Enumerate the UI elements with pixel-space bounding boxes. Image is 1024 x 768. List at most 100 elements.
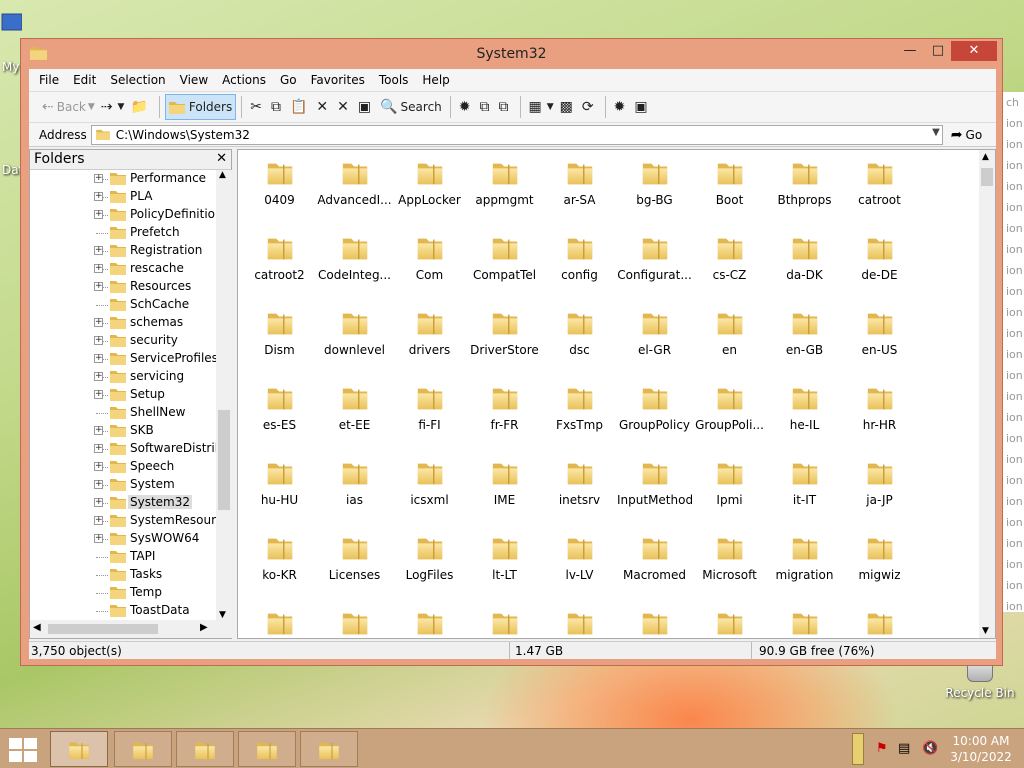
folder-item[interactable]: fi-FI [392, 377, 467, 452]
folder-item[interactable] [542, 602, 617, 638]
folder-item[interactable]: hu-HU [242, 452, 317, 527]
action-center-flag-icon[interactable]: ⚑ [876, 741, 888, 756]
tree-item[interactable]: + SystemResources [30, 512, 216, 530]
folder-item[interactable]: en-US [842, 302, 917, 377]
clock[interactable]: 10:00 AM 3/10/2022 [946, 733, 1016, 765]
copy-to-button[interactable]: ⧉ [477, 94, 496, 120]
close-button[interactable]: ✕ [951, 41, 997, 61]
menu-view[interactable]: View [180, 73, 208, 87]
paste-button[interactable]: 📋 [287, 94, 313, 120]
folder-item[interactable]: lv-LV [542, 527, 617, 602]
folder-item[interactable]: DriverStore [467, 302, 542, 377]
network-icon[interactable]: ▤ [898, 741, 910, 756]
folder-item[interactable]: Ipmi [692, 452, 767, 527]
command-prompt-button[interactable]: ▩ [557, 94, 579, 120]
folder-item[interactable]: ias [317, 452, 392, 527]
folder-item[interactable]: el-GR [617, 302, 692, 377]
menu-edit[interactable]: Edit [73, 73, 96, 87]
delete-button[interactable]: ✕ [313, 94, 334, 120]
folder-item[interactable]: Com [392, 227, 467, 302]
scrollbar-thumb[interactable] [48, 624, 158, 634]
cut-button[interactable]: ✂ [247, 94, 268, 120]
address-input[interactable]: C:\Windows\System32 ▼ [90, 124, 943, 145]
folder-item[interactable] [317, 602, 392, 638]
title-bar[interactable]: System32 — □ ✕ [21, 39, 1002, 69]
taskbar-explorer-button[interactable] [176, 731, 234, 767]
add-favorite-button[interactable]: ✹ [611, 94, 632, 120]
taskbar-explorer-button[interactable] [50, 731, 108, 767]
folder-item[interactable] [692, 602, 767, 638]
scroll-down-icon[interactable]: ▼ [219, 610, 226, 620]
desktop-computer-icon[interactable] [0, 10, 23, 41]
folder-item[interactable]: ar-SA [542, 152, 617, 227]
tree-item[interactable]: + System32 [30, 494, 216, 512]
folder-item[interactable]: ko-KR [242, 527, 317, 602]
expand-plus-icon[interactable]: + [94, 192, 103, 201]
folder-item[interactable]: da-DK [767, 227, 842, 302]
tree-item[interactable]: TAPI [30, 548, 216, 566]
expand-plus-icon[interactable]: + [94, 282, 103, 291]
organize-button[interactable]: ▣ [631, 94, 653, 120]
expand-plus-icon[interactable]: + [94, 516, 103, 525]
view-mode-button[interactable]: ▦ ▼ [526, 94, 557, 120]
tree-item[interactable]: + SKB [30, 422, 216, 440]
folder-item[interactable]: AppLocker [392, 152, 467, 227]
tree-item[interactable]: + SysWOW64 [30, 530, 216, 548]
folder-item[interactable]: AdvancedI... [317, 152, 392, 227]
files-vertical-scrollbar[interactable]: ▲ ▼ [979, 150, 995, 638]
scroll-right-icon[interactable]: ▶ [200, 622, 208, 633]
folder-item[interactable]: catroot [842, 152, 917, 227]
tree-item[interactable]: + SoftwareDistribution [30, 440, 216, 458]
properties-button[interactable]: ▣ [355, 94, 377, 120]
tree-item[interactable]: + Performance [30, 170, 216, 188]
menu-favorites[interactable]: Favorites [311, 73, 365, 87]
folder-item[interactable] [617, 602, 692, 638]
menu-tools[interactable]: Tools [379, 73, 409, 87]
folder-item[interactable]: InputMethod [617, 452, 692, 527]
scroll-left-icon[interactable]: ◀ [33, 622, 41, 633]
folder-item[interactable]: Boot [692, 152, 767, 227]
tree-item[interactable]: SchCache [30, 296, 216, 314]
folder-item[interactable]: hr-HR [842, 377, 917, 452]
menu-help[interactable]: Help [422, 73, 449, 87]
tree-item[interactable]: ToastData [30, 602, 216, 620]
folder-item[interactable]: 0409 [242, 152, 317, 227]
folder-item[interactable]: fr-FR [467, 377, 542, 452]
maximize-button[interactable]: □ [925, 41, 951, 61]
expand-plus-icon[interactable]: + [94, 498, 103, 507]
tree-item[interactable]: Prefetch [30, 224, 216, 242]
tree-item[interactable]: + System [30, 476, 216, 494]
back-button[interactable]: ⇠ Back ▼ [39, 94, 98, 120]
expand-plus-icon[interactable]: + [94, 444, 103, 453]
folder-item[interactable]: et-EE [317, 377, 392, 452]
tree-item[interactable]: + security [30, 332, 216, 350]
folder-item[interactable]: migration [767, 527, 842, 602]
cancel-button[interactable]: ✕ [334, 94, 355, 120]
scrollbar-thumb[interactable] [218, 410, 230, 510]
folder-item[interactable]: dsc [542, 302, 617, 377]
folder-item[interactable]: en-GB [767, 302, 842, 377]
menu-file[interactable]: File [39, 73, 59, 87]
folder-item[interactable]: icsxml [392, 452, 467, 527]
tree-item[interactable]: ShellNew [30, 404, 216, 422]
tree-item[interactable]: Temp [30, 584, 216, 602]
refresh-button[interactable]: ⟳ [579, 94, 600, 120]
folder-item[interactable]: CompatTel [467, 227, 542, 302]
copy-button[interactable]: ⧉ [268, 94, 287, 120]
expand-plus-icon[interactable]: + [94, 426, 103, 435]
folder-item[interactable]: IME [467, 452, 542, 527]
folder-item[interactable]: Licenses [317, 527, 392, 602]
folder-item[interactable]: es-ES [242, 377, 317, 452]
folder-item[interactable]: lt-LT [467, 527, 542, 602]
folder-item[interactable]: CodeInteg... [317, 227, 392, 302]
expand-plus-icon[interactable]: + [94, 390, 103, 399]
folder-item[interactable]: config [542, 227, 617, 302]
folder-item[interactable]: catroot2 [242, 227, 317, 302]
close-icon[interactable]: ✕ [216, 151, 227, 166]
minimize-button[interactable]: — [897, 41, 923, 61]
folder-item[interactable]: ja-JP [842, 452, 917, 527]
expand-plus-icon[interactable]: + [94, 354, 103, 363]
tree-item[interactable]: + Speech [30, 458, 216, 476]
expand-plus-icon[interactable]: + [94, 318, 103, 327]
scrollbar-thumb[interactable] [981, 168, 993, 186]
